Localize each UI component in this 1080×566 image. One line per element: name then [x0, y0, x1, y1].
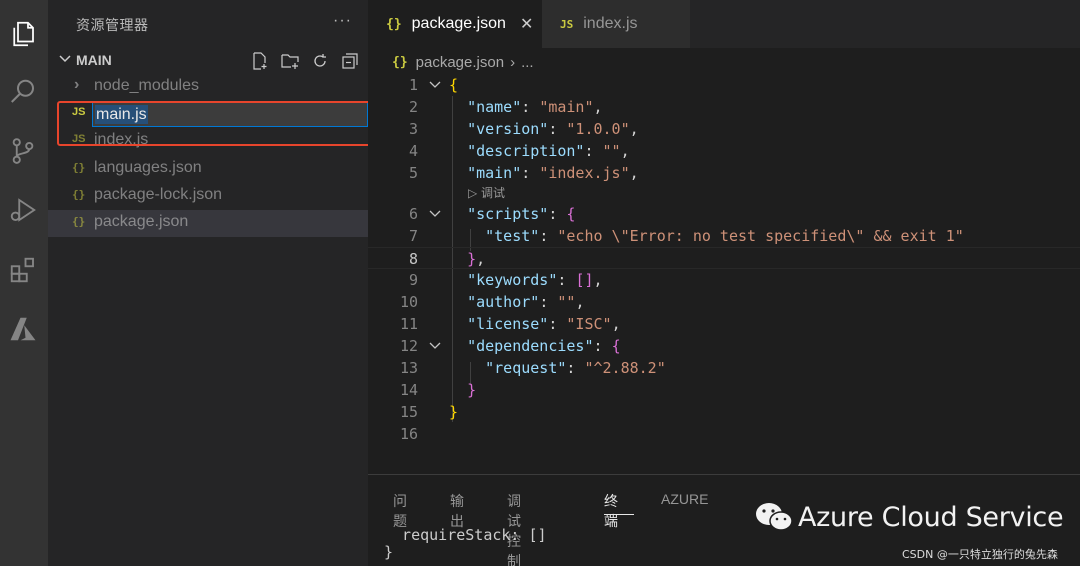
tree-item-label: languages.json [94, 159, 202, 176]
editor-tabs: {} package.json ✕ JS index.js [368, 0, 1080, 48]
breadcrumb: {} package.json › ... [392, 52, 534, 72]
json-file-icon: {} [72, 161, 86, 174]
close-icon[interactable]: ✕ [520, 14, 533, 34]
code-line: 13 "request": "^2.88.2" [399, 359, 666, 377]
json-file-icon: {} [72, 188, 86, 201]
tab-azure[interactable]: AZURE [661, 491, 708, 507]
tree-item-package-lock-json[interactable]: {} package-lock.json [48, 183, 368, 210]
fold-chevron-icon[interactable] [428, 207, 442, 221]
code-line: 16 [399, 425, 418, 443]
highlight-annotation [57, 101, 389, 146]
new-file-icon[interactable] [250, 51, 270, 71]
debug-codelens[interactable]: ▷ 调试 [468, 184, 505, 201]
code-line: 2 "name": "main", [408, 98, 603, 116]
code-line: 10 "author": "", [399, 293, 585, 311]
more-actions-icon[interactable]: ··· [333, 12, 352, 30]
chevron-down-icon [59, 55, 71, 63]
azure-icon[interactable] [6, 312, 40, 346]
code-line: 5 "main": "index.js", [408, 164, 639, 182]
breadcrumb-separator-icon: › [510, 53, 516, 71]
tree-item-languages-json[interactable]: {} languages.json [48, 156, 368, 183]
tab-package-json[interactable]: {} package.json ✕ [368, 0, 542, 48]
chevron-right-icon: › [74, 76, 80, 93]
tab-label: index.js [583, 15, 638, 32]
code-line: 12 "dependencies": { [399, 337, 621, 355]
explorer-sidebar: 资源管理器 ··· MAIN › node_modules JS main.js… [48, 0, 368, 566]
activity-bar [0, 0, 48, 566]
json-file-icon: {} [392, 54, 408, 70]
collapse-all-icon[interactable] [340, 51, 360, 71]
tab-terminal[interactable]: 终端 [604, 491, 618, 531]
code-line: 11 "license": "ISC", [399, 315, 621, 333]
json-file-icon: {} [72, 215, 86, 228]
extensions-icon[interactable] [6, 253, 40, 287]
wechat-logo-icon [756, 503, 793, 531]
code-line: 1 { [408, 76, 459, 94]
watermark: Azure Cloud Service [754, 500, 1064, 534]
tree-item-label: package.json [94, 213, 189, 230]
explorer-icon[interactable] [6, 17, 40, 51]
search-icon[interactable] [6, 75, 40, 109]
tab-output[interactable]: 输出 [450, 491, 464, 531]
fold-chevron-icon[interactable] [428, 78, 442, 92]
code-line: 14 } [399, 381, 477, 399]
tree-item-node-modules[interactable]: › node_modules [48, 74, 368, 101]
refresh-icon[interactable] [310, 51, 330, 71]
breadcrumb-more[interactable]: ... [521, 54, 534, 71]
code-line: 7 "test": "echo \"Error: no test specifi… [408, 227, 964, 245]
watermark-credit: CSDN @一只特立独行的兔先森 [902, 548, 1058, 561]
code-line: 4 "description": "", [408, 142, 630, 160]
js-file-icon: JS [560, 17, 574, 31]
code-line: 3 "version": "1.0.0", [408, 120, 639, 138]
code-line: 9 "keywords": [], [408, 271, 603, 289]
json-file-icon: {} [386, 16, 402, 32]
breadcrumb-file[interactable]: package.json [416, 54, 504, 71]
run-debug-icon[interactable] [6, 193, 40, 227]
tree-item-label: package-lock.json [94, 186, 223, 203]
watermark-text: Azure Cloud Service [798, 501, 1064, 533]
tree-item-label: node_modules [94, 77, 199, 94]
terminal-output[interactable]: requireStack: []} [384, 527, 547, 561]
tab-problems[interactable]: 问题 [393, 491, 407, 531]
workspace-section-header[interactable]: MAIN [48, 47, 368, 73]
source-control-icon[interactable] [6, 134, 40, 168]
sidebar-title: 资源管理器 [76, 18, 149, 34]
tab-index-js[interactable]: JS index.js [542, 0, 690, 48]
fold-chevron-icon[interactable] [428, 339, 442, 353]
code-line: 6 "scripts": { [408, 205, 576, 223]
tab-label: package.json [411, 15, 506, 32]
new-folder-icon[interactable] [280, 51, 300, 71]
code-line: 15 } [399, 403, 459, 421]
workspace-label: MAIN [76, 52, 112, 68]
active-tab-indicator [604, 514, 634, 515]
tree-item-package-json[interactable]: {} package.json [48, 210, 368, 237]
code-line-current: 8 }, [368, 247, 1080, 269]
